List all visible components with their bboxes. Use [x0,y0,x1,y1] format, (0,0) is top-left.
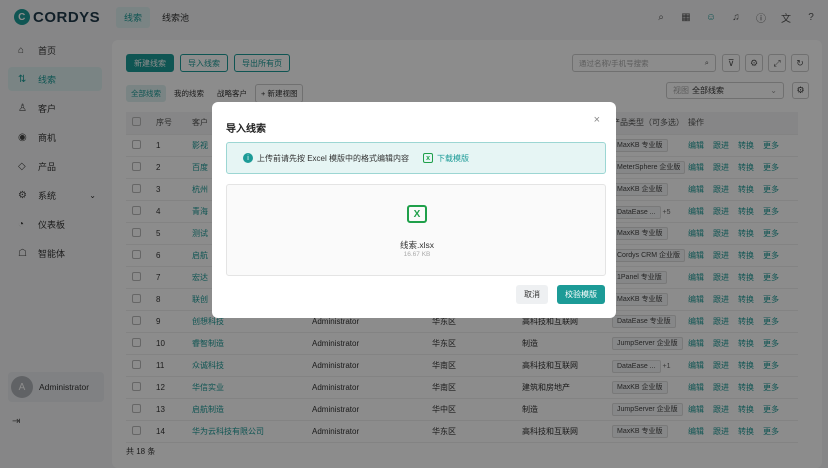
file-name: 线索.xlsx [399,240,434,250]
excel-file-icon: X [407,205,427,223]
cancel-button[interactable]: 取消 [516,285,548,304]
alert-text: 上传前请先按 Excel 模版中的格式编辑内容 [257,153,410,163]
validate-template-button[interactable]: 校验模版 [557,285,605,304]
info-icon: i [243,153,253,163]
close-icon[interactable]: × [594,114,600,126]
dialog-title: 导入线索 [226,124,266,135]
file-size: 16.67 KB [403,251,431,258]
download-template-link[interactable]: 下载模版 [437,153,469,164]
excel-icon: x [423,153,434,163]
upload-area[interactable]: X 线索.xlsx 16.67 KB [226,184,606,276]
info-alert: i 上传前请先按 Excel 模版中的格式编辑内容 x 下载模版 [226,142,606,174]
import-dialog: 导入线索 × i 上传前请先按 Excel 模版中的格式编辑内容 x 下载模版 … [212,102,616,318]
